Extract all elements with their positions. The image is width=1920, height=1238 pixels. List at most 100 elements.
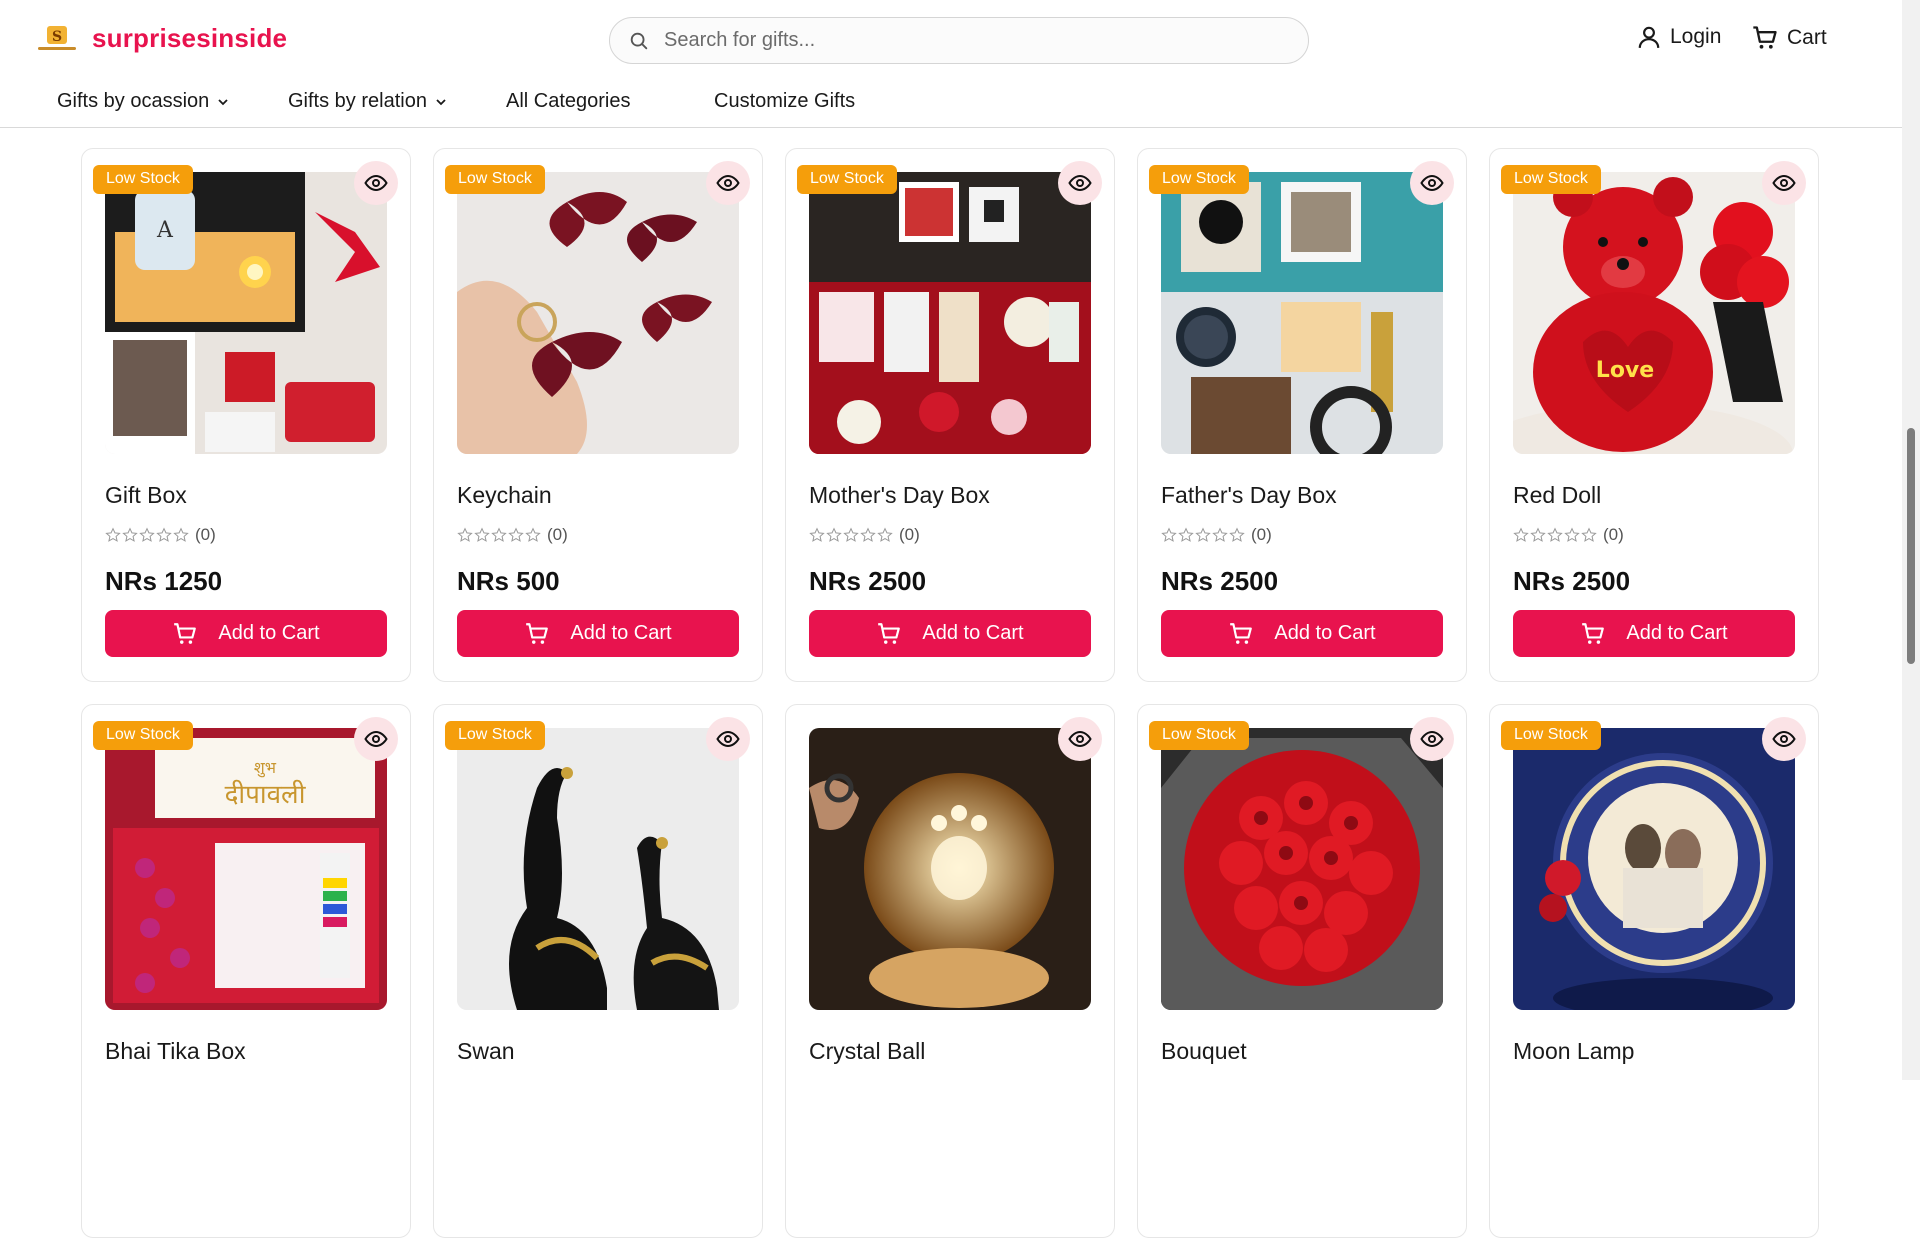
add-to-cart-label: Add to Cart [218,622,320,644]
cart-icon [524,621,550,647]
add-to-cart-label: Add to Cart [570,622,672,644]
nav-label: Gifts by relation [288,90,427,112]
star-rating-icon [1513,527,1597,543]
quick-view-button[interactable] [1762,717,1806,761]
product-card[interactable]: Crystal Ball [785,704,1115,1238]
product-price: NRs 2500 [1513,566,1631,596]
product-card[interactable]: Low Stock Moon Lamp [1489,704,1819,1238]
cart-icon [876,621,902,647]
cart-button[interactable]: Cart [1751,24,1827,52]
nav-gifts-by-occasion[interactable]: Gifts by ocassion [57,90,229,113]
product-price: NRs 2500 [809,566,927,596]
chevron-down-icon [218,98,228,105]
nav-label: Customize Gifts [714,90,856,112]
product-price: NRs 500 [457,566,560,596]
brand-logo-link[interactable]: S surprisesinside [36,20,287,56]
star-rating-icon [1161,527,1245,543]
cart-icon [172,621,198,647]
eye-icon [1420,727,1444,751]
product-rating: (0) [1161,525,1272,545]
low-stock-badge: Low Stock [93,165,193,194]
product-name[interactable]: Moon Lamp [1513,1038,1634,1065]
svg-text:Love: Love [1596,358,1654,383]
search-icon [630,32,648,49]
product-name[interactable]: Father's Day Box [1161,482,1337,509]
low-stock-badge: Low Stock [1149,165,1249,194]
quick-view-button[interactable] [706,717,750,761]
add-to-cart-button[interactable]: Add to Cart [809,610,1091,657]
login-button[interactable]: Login [1636,24,1721,50]
low-stock-badge: Low Stock [1501,721,1601,750]
product-name[interactable]: Red Doll [1513,482,1601,509]
star-rating-icon [457,527,541,543]
add-to-cart-button[interactable]: Add to Cart [105,610,387,657]
category-nav: Gifts by ocassion Gifts by relation All … [0,76,1902,128]
add-to-cart-button[interactable]: Add to Cart [1161,610,1443,657]
quick-view-button[interactable] [1762,161,1806,205]
top-header: S surprisesinside Login Cart [0,0,1902,76]
nav-customize-gifts[interactable]: Customize Gifts [714,90,855,113]
product-name[interactable]: Bhai Tika Box [105,1038,246,1065]
nav-all-categories[interactable]: All Categories [506,90,631,113]
product-image[interactable]: शुभ दीपावली [105,728,387,1010]
product-image[interactable] [1161,172,1443,454]
quick-view-button[interactable] [1058,161,1102,205]
add-to-cart-button[interactable]: Add to Cart [457,610,739,657]
search-bar[interactable] [609,17,1309,64]
nav-gifts-by-relation[interactable]: Gifts by relation [288,90,447,113]
product-name[interactable]: Bouquet [1161,1038,1247,1065]
product-name[interactable]: Crystal Ball [809,1038,925,1065]
low-stock-badge: Low Stock [1149,721,1249,750]
product-card[interactable]: Low Stock शुभ दीपावली Bhai Tika Box [81,704,411,1238]
low-stock-badge: Low Stock [445,165,545,194]
product-rating: (0) [1513,525,1624,545]
quick-view-button[interactable] [354,161,398,205]
product-card[interactable]: Low Stock Love Red Doll (0) NRs 2500 Add t… [1489,148,1819,682]
product-price: NRs 2500 [1161,566,1279,596]
search-input[interactable] [664,29,1264,52]
page-scrollbar[interactable] [1902,0,1920,1080]
login-label: Login [1670,25,1722,48]
svg-text:S: S [52,29,62,45]
rating-count: (0) [1603,525,1624,544]
product-image[interactable] [809,728,1091,1010]
eye-icon [1068,171,1092,195]
product-card[interactable]: Low Stock A Gift Box (0) NRs 1250 Add to C… [81,148,411,682]
product-image[interactable] [809,172,1091,454]
nav-label: Gifts by ocassion [57,90,210,112]
product-name[interactable]: Swan [457,1038,515,1065]
eye-icon [1772,727,1796,751]
rating-count: (0) [547,525,568,544]
quick-view-button[interactable] [1410,161,1454,205]
eye-icon [1772,171,1796,195]
product-image[interactable] [1161,728,1443,1010]
product-price: NRs 1250 [105,566,223,596]
product-card[interactable]: Low Stock Father's Day Box (0) NRs 2500 Ad… [1137,148,1467,682]
product-image[interactable]: Love [1513,172,1795,454]
product-card[interactable]: Low Stock Swan [433,704,763,1238]
product-image[interactable]: A [105,172,387,454]
product-card[interactable]: Low Stock Mother's Day Box (0) NRs 2500 Ad… [785,148,1115,682]
product-name[interactable]: Gift Box [105,482,187,509]
nav-label: All Categories [506,90,631,112]
product-image[interactable] [457,172,739,454]
quick-view-button[interactable] [1410,717,1454,761]
add-to-cart-label: Add to Cart [1626,622,1728,644]
rating-count: (0) [195,525,216,544]
product-name[interactable]: Mother's Day Box [809,482,990,509]
add-to-cart-button[interactable]: Add to Cart [1513,610,1795,657]
eye-icon [716,171,740,195]
product-card[interactable]: Low Stock Bouquet [1137,704,1467,1238]
scrollbar-thumb[interactable] [1907,428,1915,664]
quick-view-button[interactable] [706,161,750,205]
product-card[interactable]: Low Stock Keychain (0) NRs 500 Add to Cart [433,148,763,682]
svg-text:शुभ: शुभ [254,758,277,778]
quick-view-button[interactable] [354,717,398,761]
product-image[interactable] [1513,728,1795,1010]
product-name[interactable]: Keychain [457,482,552,509]
chevron-down-icon [436,98,446,105]
brand-name: surprisesinside [92,22,288,53]
cart-icon [1580,621,1606,647]
quick-view-button[interactable] [1058,717,1102,761]
product-image[interactable] [457,728,739,1010]
